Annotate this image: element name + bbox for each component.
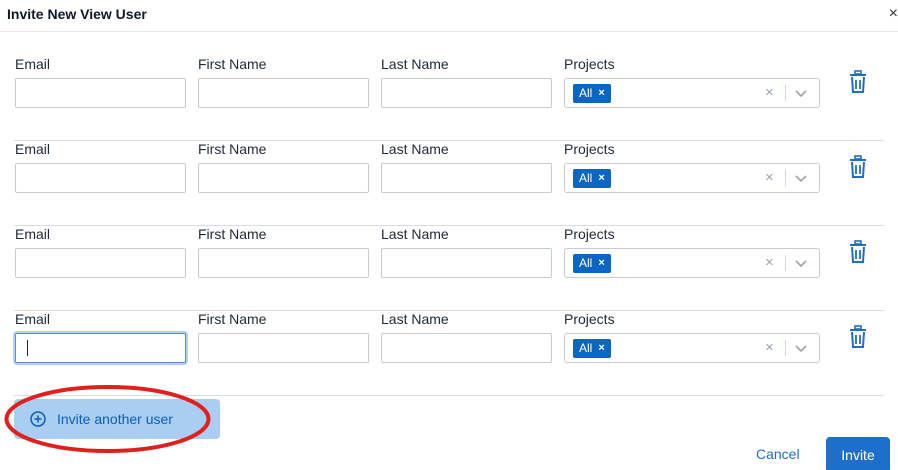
project-chip: All × — [573, 84, 611, 103]
project-chip-label: All — [579, 171, 593, 185]
first-name-field[interactable] — [198, 163, 369, 193]
email-label: Email — [15, 141, 51, 157]
email-label: Email — [15, 226, 51, 242]
user-row: Email First Name Last Name Projects All … — [14, 226, 884, 311]
last-name-label: Last Name — [381, 226, 449, 242]
remove-chip-icon[interactable]: × — [598, 254, 604, 273]
trash-icon[interactable] — [847, 70, 869, 94]
first-name-field[interactable] — [198, 333, 369, 363]
chevron-down-icon[interactable] — [794, 341, 808, 355]
first-name-label: First Name — [198, 226, 267, 242]
clear-selection-icon[interactable]: × — [765, 339, 774, 357]
last-name-label: Last Name — [381, 56, 449, 72]
clear-selection-icon[interactable]: × — [765, 84, 774, 102]
trash-icon[interactable] — [847, 325, 869, 349]
first-name-label: First Name — [198, 311, 267, 327]
first-name-label: First Name — [198, 56, 267, 72]
select-separator — [785, 170, 786, 186]
project-chip-label: All — [579, 86, 593, 100]
text-cursor — [27, 340, 28, 356]
trash-icon[interactable] — [847, 155, 869, 179]
highlight-annotation — [4, 385, 211, 453]
select-separator — [785, 85, 786, 101]
last-name-label: Last Name — [381, 141, 449, 157]
chevron-down-icon[interactable] — [794, 256, 808, 270]
chevron-down-icon[interactable] — [794, 171, 808, 185]
invite-button[interactable]: Invite — [826, 437, 890, 470]
email-field-wrapper — [15, 333, 186, 363]
dialog-title: Invite New View User — [7, 6, 147, 22]
last-name-label: Last Name — [381, 311, 449, 327]
project-chip: All × — [573, 339, 611, 358]
projects-select[interactable]: All × × — [564, 333, 820, 363]
projects-select[interactable]: All × × — [564, 163, 820, 193]
project-chip: All × — [573, 169, 611, 188]
close-icon[interactable]: × — [884, 4, 898, 24]
first-name-field[interactable] — [198, 78, 369, 108]
project-chip: All × — [573, 254, 611, 273]
email-field[interactable] — [15, 333, 186, 363]
email-label: Email — [15, 56, 51, 72]
last-name-field[interactable] — [381, 333, 552, 363]
remove-chip-icon[interactable]: × — [598, 84, 604, 103]
select-separator — [785, 255, 786, 271]
clear-selection-icon[interactable]: × — [765, 169, 774, 187]
user-row: Email First Name Last Name Projects All … — [14, 56, 884, 141]
projects-select[interactable]: All × × — [564, 78, 820, 108]
chevron-down-icon[interactable] — [794, 86, 808, 100]
email-field[interactable] — [15, 163, 186, 193]
clear-selection-icon[interactable]: × — [765, 254, 774, 272]
projects-select[interactable]: All × × — [564, 248, 820, 278]
user-row: Email First Name Last Name Projects All … — [14, 141, 884, 226]
first-name-field[interactable] — [198, 248, 369, 278]
email-label: Email — [15, 311, 51, 327]
cancel-button[interactable]: Cancel — [756, 446, 800, 462]
last-name-field[interactable] — [381, 163, 552, 193]
remove-chip-icon[interactable]: × — [598, 339, 604, 358]
select-separator — [785, 340, 786, 356]
last-name-field[interactable] — [381, 248, 552, 278]
remove-chip-icon[interactable]: × — [598, 169, 604, 188]
email-field[interactable] — [15, 248, 186, 278]
email-field[interactable] — [15, 78, 186, 108]
projects-label: Projects — [564, 141, 615, 157]
dialog-header: Invite New View User × — [0, 0, 898, 32]
projects-label: Projects — [564, 226, 615, 242]
projects-label: Projects — [564, 311, 615, 327]
first-name-label: First Name — [198, 141, 267, 157]
last-name-field[interactable] — [381, 78, 552, 108]
trash-icon[interactable] — [847, 240, 869, 264]
projects-label: Projects — [564, 56, 615, 72]
project-chip-label: All — [579, 341, 593, 355]
project-chip-label: All — [579, 256, 593, 270]
